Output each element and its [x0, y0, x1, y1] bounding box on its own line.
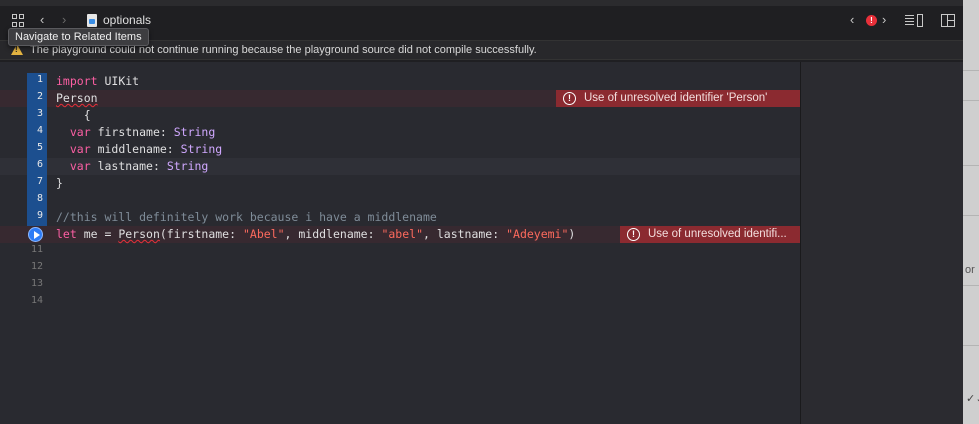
code-line[interactable]: 13: [0, 277, 800, 294]
tooltip: Navigate to Related Items: [8, 28, 149, 46]
code-text: import UIKit: [56, 74, 139, 88]
code-line[interactable]: 12: [0, 260, 800, 277]
error-annotation[interactable]: ! Use of unresolved identifi...: [620, 226, 800, 243]
code-text: //this will definitely work because i ha…: [56, 210, 437, 224]
code-line[interactable]: 2 Person! Use of unresolved identifier 'Pe…: [0, 90, 800, 107]
code-line[interactable]: let me = Person(firstname: "Abel", middl…: [0, 226, 800, 243]
code-line[interactable]: 14: [0, 294, 800, 311]
run-to-line-icon[interactable]: [28, 227, 43, 242]
results-sidebar: [800, 62, 963, 424]
code-text: let me = Person(firstname: "Abel", middl…: [56, 227, 575, 241]
related-items-icon[interactable]: [12, 14, 26, 28]
code-token: UIKit: [97, 74, 140, 88]
code-line[interactable]: 5 var middlename: String: [0, 141, 800, 158]
code-token: {: [56, 108, 91, 122]
code-token: me =: [76, 227, 119, 241]
line-number: 14: [30, 295, 43, 306]
line-number: 13: [30, 278, 43, 289]
code-token: lastname:: [90, 159, 167, 173]
code-token: Person: [118, 227, 160, 241]
minimap-icon[interactable]: [905, 14, 923, 27]
code-token: , middlename:: [284, 227, 382, 241]
line-number: 2: [36, 91, 43, 102]
code-token: (firstname:: [159, 227, 243, 241]
code-token: String: [173, 125, 216, 139]
code-line[interactable]: 11: [0, 243, 800, 260]
error-message: Use of unresolved identifier 'Person': [584, 92, 768, 104]
background-window-edge: or ✓⌄: [963, 0, 979, 424]
code-text: }: [56, 176, 63, 190]
playground-editor-window: ‹ › optionals ‹ ! › Navigate to Related …: [0, 6, 963, 424]
error-icon: !: [563, 92, 576, 105]
forward-icon[interactable]: ›: [62, 12, 66, 28]
next-issue-icon[interactable]: ›: [882, 12, 886, 28]
code-line[interactable]: 7}: [0, 175, 800, 192]
code-token: import: [56, 74, 98, 88]
line-number: 5: [36, 142, 43, 153]
code-token: firstname:: [90, 125, 174, 139]
code-text: Person: [56, 91, 98, 105]
code-line[interactable]: 6 var lastname: String: [0, 158, 800, 175]
code-token: }: [56, 176, 63, 190]
back-icon[interactable]: ‹: [40, 12, 44, 28]
line-number: 11: [30, 244, 43, 255]
prev-issue-icon[interactable]: ‹: [850, 12, 854, 28]
line-number: 8: [36, 193, 43, 204]
line-number: 9: [36, 210, 43, 221]
code-token: var: [69, 125, 91, 139]
error-annotation[interactable]: ! Use of unresolved identifier 'Person': [556, 90, 800, 107]
code-text: {: [56, 108, 91, 122]
code-text: var lastname: String: [56, 159, 209, 173]
line-number: 4: [36, 125, 43, 136]
split-editor-icon[interactable]: [941, 14, 955, 27]
playground-file-icon: [87, 14, 97, 27]
line-number: 12: [30, 261, 43, 272]
code-token: String: [166, 159, 209, 173]
code-token: var: [69, 159, 91, 173]
code-token: "Adeyemi": [506, 227, 569, 241]
code-line[interactable]: 4 var firstname: String: [0, 124, 800, 141]
code-token: var: [69, 142, 91, 156]
error-badge-icon[interactable]: !: [866, 15, 877, 26]
code-token: Person: [56, 91, 98, 105]
breadcrumb-file-name[interactable]: optionals: [103, 13, 151, 27]
line-number: 1: [36, 74, 43, 85]
error-message: Use of unresolved identifi...: [648, 228, 787, 240]
code-token: //this will definitely work because i ha…: [56, 210, 437, 224]
code-token: String: [180, 142, 223, 156]
line-number: 7: [36, 176, 43, 187]
code-token: , lastname:: [423, 227, 507, 241]
error-icon: !: [627, 228, 640, 241]
background-window-text: or: [965, 264, 975, 276]
line-number: 6: [36, 159, 43, 170]
line-number: 3: [36, 108, 43, 119]
code-token: ): [568, 227, 576, 241]
code-token: "Abel": [242, 227, 285, 241]
source-editor[interactable]: 1 import UIKit 2 Person! Use of unresolved i…: [0, 62, 800, 424]
code-text: var middlename: String: [56, 142, 222, 156]
code-line[interactable]: 1 import UIKit: [0, 73, 800, 90]
code-token: let: [56, 227, 77, 241]
code-text: var firstname: String: [56, 125, 215, 139]
code-line[interactable]: 9 //this will definitely work because i h…: [0, 209, 800, 226]
code-token: middlename:: [90, 142, 181, 156]
background-window-checkmark-icon: ✓⌄: [966, 393, 979, 405]
code-line[interactable]: 8: [0, 192, 800, 209]
code-line[interactable]: 3 {: [0, 107, 800, 124]
code-token: "abel": [381, 227, 423, 241]
